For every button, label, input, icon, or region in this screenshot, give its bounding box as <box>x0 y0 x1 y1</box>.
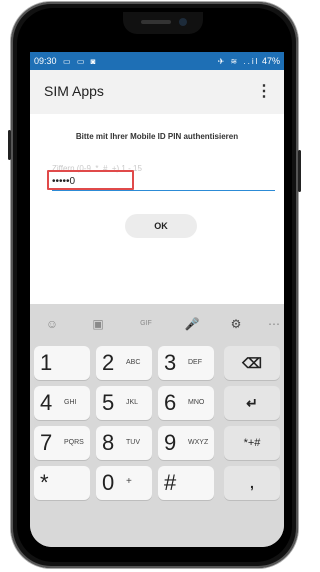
comma-key[interactable]: , <box>224 466 280 500</box>
key-digit: 4 <box>40 390 53 415</box>
comma-label: , <box>250 475 254 491</box>
key-digit: 7 <box>40 430 53 455</box>
keyboard-toolbar: ☺ ▣ GIF 🎤 ⚙ ⋯ <box>30 304 284 344</box>
key-1[interactable]: 1 <box>34 346 90 380</box>
app-bar: SIM Apps ⋮ <box>30 70 284 114</box>
phone-notch <box>123 12 203 34</box>
key-digit: 2 <box>102 350 115 375</box>
key-star[interactable]: * <box>34 466 90 500</box>
ok-button[interactable]: OK <box>125 214 197 238</box>
key-4[interactable]: 4 GHI <box>34 386 90 420</box>
key-digit: 0 <box>102 470 115 495</box>
key-letters: JKL <box>126 399 139 406</box>
key-3[interactable]: 3 DEF <box>158 346 214 380</box>
key-2[interactable]: 2 ABC <box>96 346 152 380</box>
gif-icon[interactable]: GIF <box>136 314 156 334</box>
key-5[interactable]: 5 JKL <box>96 386 152 420</box>
backspace-icon: ⌫ <box>242 355 262 371</box>
key-0[interactable]: 0 + <box>96 466 152 500</box>
key-8[interactable]: 8 TUV <box>96 426 152 460</box>
key-digit: 8 <box>102 430 115 455</box>
key-digit: 9 <box>164 430 177 455</box>
pin-dialog: Bitte mit Ihrer Mobile ID PIN authentisi… <box>30 114 284 304</box>
microphone-icon[interactable]: 🎤 <box>182 314 202 334</box>
front-camera-icon <box>179 18 187 26</box>
backspace-key[interactable]: ⌫ <box>224 346 280 380</box>
key-letters: WXYZ <box>188 439 209 446</box>
key-9[interactable]: 9 WXYZ <box>158 426 214 460</box>
key-letters: PQRS <box>64 439 84 446</box>
more-icon[interactable]: ⋯ <box>264 314 284 334</box>
key-letters: DEF <box>188 359 202 366</box>
key-digit: # <box>164 470 177 495</box>
symbols-key[interactable]: *+# <box>224 426 280 460</box>
signal-icons: ✈ ≋ ..il <box>217 57 260 66</box>
key-7[interactable]: 7 PQRS <box>34 426 90 460</box>
power-button <box>298 150 301 192</box>
key-hash[interactable]: # <box>158 466 214 500</box>
enter-icon: ↵ <box>246 395 258 411</box>
sticker-icon[interactable]: ▣ <box>88 314 108 334</box>
speaker-grille <box>141 20 171 24</box>
key-letters: MNO <box>188 399 205 406</box>
settings-icon[interactable]: ⚙ <box>226 314 246 334</box>
notification-icons: ▭ ▭ ◙ <box>63 57 98 66</box>
battery-level: 47% <box>261 56 280 66</box>
key-digit: * <box>40 470 49 495</box>
key-letters: ABC <box>126 359 141 366</box>
key-digit: 5 <box>102 390 115 415</box>
key-letters: + <box>126 476 132 487</box>
key-digit: 6 <box>164 390 177 415</box>
emoji-icon[interactable]: ☺ <box>42 314 62 334</box>
key-digit: 1 <box>40 350 53 375</box>
phone-screen: 09:30 ▭ ▭ ◙ ✈ ≋ ..il 47% SIM Apps ⋮ Bitt… <box>30 52 284 547</box>
enter-key[interactable]: ↵ <box>224 386 280 420</box>
volume-button <box>8 130 11 160</box>
key-letters: TUV <box>126 439 140 446</box>
pin-prompt: Bitte mit Ihrer Mobile ID PIN authentisi… <box>75 132 239 141</box>
key-6[interactable]: 6 MNO <box>158 386 214 420</box>
key-letters: GHI <box>64 399 77 406</box>
status-time: 09:30 <box>34 56 57 66</box>
overflow-menu-icon[interactable]: ⋮ <box>256 81 272 101</box>
key-digit: 3 <box>164 350 177 375</box>
input-highlight-box <box>47 170 134 190</box>
status-bar: 09:30 ▭ ▭ ◙ ✈ ≋ ..il 47% <box>30 52 284 70</box>
app-title: SIM Apps <box>44 83 104 99</box>
numeric-keyboard: ☺ ▣ GIF 🎤 ⚙ ⋯ 1 2 ABC 3 DEF ⌫ 4 GHI 5 JKL 6 M… <box>30 304 284 547</box>
symbols-label: *+# <box>243 437 261 449</box>
